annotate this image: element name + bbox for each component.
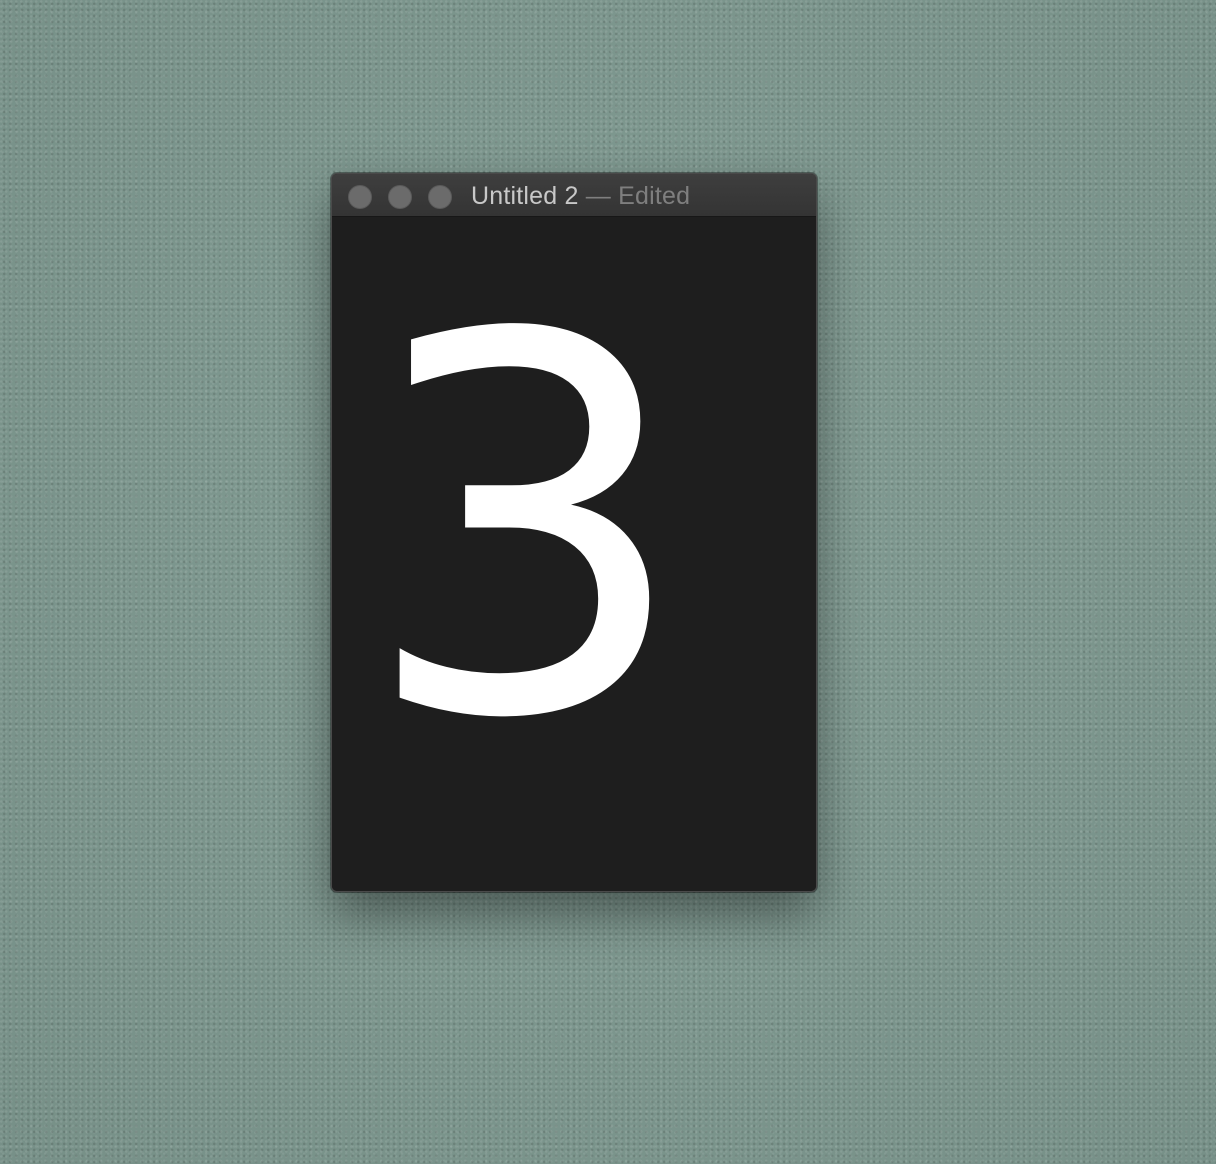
textedit-window: Untitled 2 — Edited 3	[331, 173, 817, 892]
document-text[interactable]: 3	[360, 269, 691, 789]
close-window-button[interactable]	[348, 185, 372, 209]
title-separator: —	[585, 182, 611, 210]
window-title: Untitled 2 — Edited	[471, 182, 690, 210]
document-editor[interactable]: 3	[332, 217, 816, 891]
document-status: Edited	[618, 182, 691, 210]
document-name: Untitled 2	[471, 182, 579, 210]
minimize-window-button[interactable]	[388, 185, 412, 209]
zoom-window-button[interactable]	[428, 185, 452, 209]
window-titlebar[interactable]: Untitled 2 — Edited	[332, 174, 816, 217]
